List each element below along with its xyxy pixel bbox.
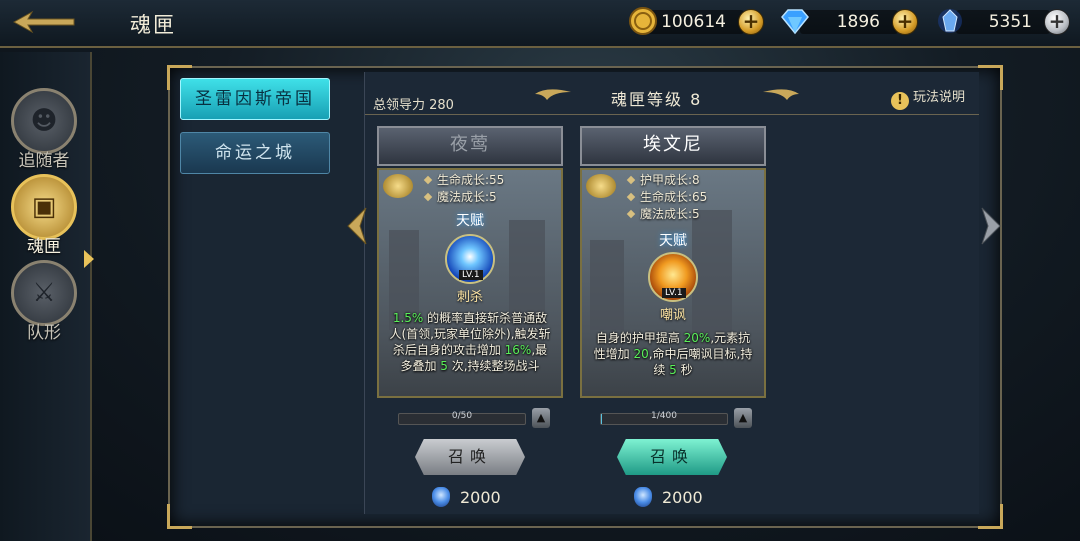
diamond-resource: 1896 + — [780, 8, 918, 36]
progress-text: 0/50 — [451, 411, 473, 421]
card-stats: 护甲成长:8 生命成长:65 魔法成长:5 — [626, 172, 707, 223]
next-page-arrow-icon[interactable] — [980, 206, 1002, 246]
sidebar-item-label: 追随者 — [18, 151, 70, 171]
crystal-resource: 5351 + — [936, 8, 1070, 36]
blue-crystal-icon — [432, 487, 450, 507]
stat-line: 护甲成长:8 — [626, 172, 707, 189]
card-title[interactable]: 夜莺 — [377, 126, 563, 166]
stat-line: 生命成长:55 — [423, 172, 504, 189]
upgrade-arrow-button[interactable]: ▲ — [734, 408, 752, 428]
blue-crystal-icon — [634, 487, 652, 507]
crossed-swords-icon: ⚔ — [11, 260, 77, 326]
summon-cost: 2000 — [634, 487, 703, 507]
skill-level: LV.1 — [662, 288, 686, 298]
summon-cost: 2000 — [432, 487, 501, 507]
sidebar-item-formation[interactable]: ⚔ 队形 — [8, 260, 80, 343]
region-button-holy-reinz-empire[interactable]: 圣雷因斯帝国 — [180, 78, 330, 120]
summon-progress-bar: 0/50 — [398, 411, 526, 425]
sidebar: ☻ 追随者 ▣ 魂匣 ⚔ 队形 — [0, 52, 94, 541]
top-bar: 魂匣 100614 + 1896 + 5351 + — [0, 0, 1080, 48]
card-stats: 生命成长:55 魔法成长:5 — [423, 172, 504, 206]
talent-title: 天赋 — [659, 233, 687, 249]
progress-text: 1/400 — [651, 411, 677, 421]
diamond-icon — [781, 9, 809, 35]
stat-line: 魔法成长:5 — [626, 206, 707, 223]
blue-crystal-icon — [938, 9, 962, 33]
total-leadership: 总领导力 280 — [373, 98, 454, 113]
soul-card: 埃文尼 护甲成长:8 生命成长:65 魔法成长:5 天赋 LV.1 嘲讽 自身的… — [580, 126, 766, 398]
follower-head-icon: ☻ — [11, 88, 77, 154]
back-arrow-icon[interactable] — [10, 8, 78, 36]
help-label: 玩法说明 — [912, 90, 965, 105]
add-crystal-button[interactable]: + — [1044, 9, 1070, 35]
summon-button[interactable]: 召唤 — [415, 439, 525, 475]
card-body: 生命成长:55 魔法成长:5 天赋 LV.1 刺杀 1.5% 的概率直接斩杀普通… — [377, 168, 563, 398]
sidebar-item-followers[interactable]: ☻ 追随者 — [8, 88, 80, 171]
skill-name: 嘲讽 — [659, 308, 686, 323]
region-button-city-of-fate[interactable]: 命运之城 — [180, 132, 330, 174]
sidebar-item-soul-box[interactable]: ▣ 魂匣 — [8, 174, 80, 257]
left-wing-ornament-icon — [535, 89, 571, 100]
soul-card: 夜莺 生命成长:55 魔法成长:5 天赋 LV.1 刺杀 1.5% 的概率直接斩… — [377, 126, 563, 398]
exclamation-icon: ! — [890, 92, 909, 110]
talent-title: 天赋 — [456, 213, 484, 229]
skill-level: LV.1 — [459, 270, 483, 280]
right-wing-ornament-icon — [763, 89, 799, 100]
skill-description: 自身的护甲提高 20%,元素抗性增加 20,命中后嘲讽目标,持续 5 秒 — [593, 331, 753, 377]
add-diamond-button[interactable]: + — [892, 9, 918, 35]
upgrade-arrow-button[interactable]: ▲ — [532, 408, 550, 428]
help-button[interactable]: ! 玩法说明 — [890, 86, 965, 110]
card-body: 护甲成长:8 生命成长:65 魔法成长:5 天赋 LV.1 嘲讽 自身的护甲提高… — [580, 168, 766, 398]
skill-description: 1.5% 的概率直接斩杀普通敌人(首领,玩家单位除外),触发斩杀后自身的攻击增加… — [389, 311, 551, 373]
soul-box-icon: ▣ — [11, 174, 77, 240]
gold-resource: 100614 + — [628, 7, 764, 36]
prev-page-arrow-icon[interactable] — [346, 206, 368, 246]
growth-icon — [586, 174, 616, 198]
active-indicator-arrow-icon — [84, 250, 94, 268]
summon-button[interactable]: 召唤 — [617, 439, 727, 475]
gold-value: 100614 — [661, 12, 726, 32]
page-title: 魂匣 — [130, 13, 176, 37]
stat-line: 魔法成长:5 — [423, 189, 504, 206]
card-title[interactable]: 埃文尼 — [580, 126, 766, 166]
sidebar-item-label: 魂匣 — [27, 237, 61, 257]
add-gold-button[interactable]: + — [738, 9, 764, 35]
growth-icon — [383, 174, 413, 198]
divider — [365, 114, 979, 115]
summon-progress-bar: 1/400 — [600, 411, 728, 425]
stat-line: 生命成长:65 — [626, 189, 707, 206]
crystal-value: 5351 — [988, 12, 1032, 32]
region-list: 圣雷因斯帝国 命运之城 — [180, 78, 340, 186]
gold-coin-icon — [629, 7, 657, 35]
sidebar-item-label: 队形 — [27, 323, 61, 343]
skill-name: 刺杀 — [456, 290, 483, 305]
soul-box-level: 魂匣等级 8 — [611, 90, 703, 109]
diamond-value: 1896 — [836, 12, 880, 32]
